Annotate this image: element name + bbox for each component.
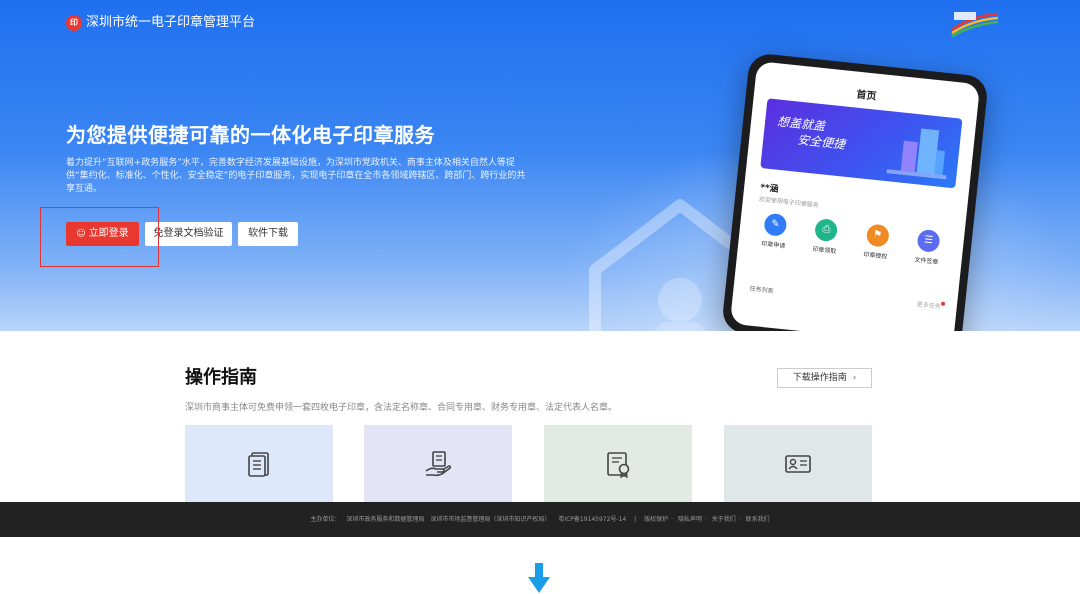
hand-document-icon [425, 451, 452, 477]
footer-divider: | [634, 516, 637, 523]
phone-task-more: 更多任务 [916, 301, 942, 311]
seal-receive-icon: ⎙ [814, 218, 839, 243]
download-guide-label: 下载操作指南 [792, 373, 847, 383]
guide-description: 深圳市商事主体可免费申领一套四枚电子印章，含法定名称章、合同专用章、财务专用章、… [185, 403, 618, 413]
hero-section: 印 深圳市统一电子印章管理平台 为您提供便捷可靠的一体化电子印章服务 着力提升“… [0, 0, 1080, 331]
footer-icp[interactable]: 粤ICP备19145972号-14 [558, 516, 626, 523]
footer-link-about[interactable]: 关于我们 [712, 516, 736, 523]
phone-app-label: 印章领取 [811, 245, 837, 256]
phone-mockup: 首页 想盖就盖 安全便捷 **涵 欢迎使用电子印章服务 ✎ 印章申请 ⎙ 印章领取 [721, 52, 989, 331]
phone-app-item[interactable]: ✎ 印章申请 [750, 211, 799, 251]
guide-card-certificate[interactable] [544, 425, 692, 503]
phone-app-label: 印章申请 [760, 240, 786, 250]
page: 印 深圳市统一电子印章管理平台 为您提供便捷可靠的一体化电子印章服务 着力提升“… [0, 0, 1080, 594]
phone-app-item[interactable]: ☰ 文件签章 [903, 228, 952, 268]
guide-card-hand-document[interactable] [364, 425, 512, 503]
hero-title: 为您提供便捷可靠的一体化电子印章服务 [66, 123, 435, 147]
arrow-down-icon [528, 563, 550, 593]
phone-app-label: 文件签章 [914, 256, 939, 267]
partner-logo-icon [951, 12, 999, 38]
footer-link-contact[interactable]: 联系我们 [746, 516, 770, 523]
document-icon [248, 452, 269, 477]
phone-welcome-text: 欢迎使用电子印章服务 [758, 195, 820, 210]
id-card-icon [785, 455, 811, 473]
phone-banner-text: 想盖就盖 安全便捷 [775, 113, 848, 152]
guide-card-id-card[interactable] [724, 425, 872, 503]
chevron-right-icon: › [852, 373, 857, 383]
footer-link-copyright[interactable]: 版权保护 [644, 516, 668, 523]
guide-title: 操作指南 [185, 367, 257, 388]
phone-app-item[interactable]: ⚑ 印章授权 [852, 222, 901, 262]
login-highlight-box [40, 207, 159, 267]
file-sign-icon: ☰ [916, 228, 941, 253]
phone-app-grid: ✎ 印章申请 ⎙ 印章领取 ⚑ 印章授权 ☰ 文件签章 [750, 211, 953, 267]
footer: 主办单位： 深圳市政务服务和数据管理局 深圳市市场监督管理局（深圳市知识产权局） 粤… [0, 502, 1080, 537]
phone-app-item[interactable]: ⎙ 印章领取 [801, 217, 850, 257]
phone-task-badge [940, 301, 946, 306]
platform-logo-icon: 印 [66, 15, 82, 31]
software-download-button[interactable]: 软件下载 [238, 222, 298, 246]
phone-user-name: **涵 [759, 183, 779, 195]
footer-host-1[interactable]: 深圳市政务服务和数据管理局 [346, 516, 424, 523]
footer-link-privacy[interactable]: 隐私声明 [678, 516, 702, 523]
phone-screen: 首页 想盖就盖 安全便捷 **涵 欢迎使用电子印章服务 ✎ 印章申请 ⎙ 印章领取 [729, 61, 981, 331]
phone-app-label: 印章授权 [863, 251, 888, 261]
site-title[interactable]: 深圳市统一电子印章管理平台 [86, 14, 255, 32]
certificate-icon [607, 452, 630, 479]
footer-host-label: 主办单位： [310, 516, 341, 523]
download-guide-button[interactable]: 下载操作指南 › [777, 368, 872, 388]
footer-host-2[interactable]: 深圳市市场监督管理局（深圳市知识产权局） [430, 516, 550, 523]
hero-description: 着力提升“互联网+政务服务”水平，完善数字经济发展基础设施，为深圳市党政机关、商… [66, 158, 526, 194]
seal-apply-icon: ✎ [763, 212, 788, 237]
guide-card-document[interactable] [185, 425, 333, 503]
phone-banner: 想盖就盖 安全便捷 [760, 98, 963, 189]
building-illustration-icon [886, 128, 947, 180]
seal-authorize-icon: ⚑ [865, 223, 890, 248]
phone-task-list-label: 任务列表 [749, 285, 774, 295]
